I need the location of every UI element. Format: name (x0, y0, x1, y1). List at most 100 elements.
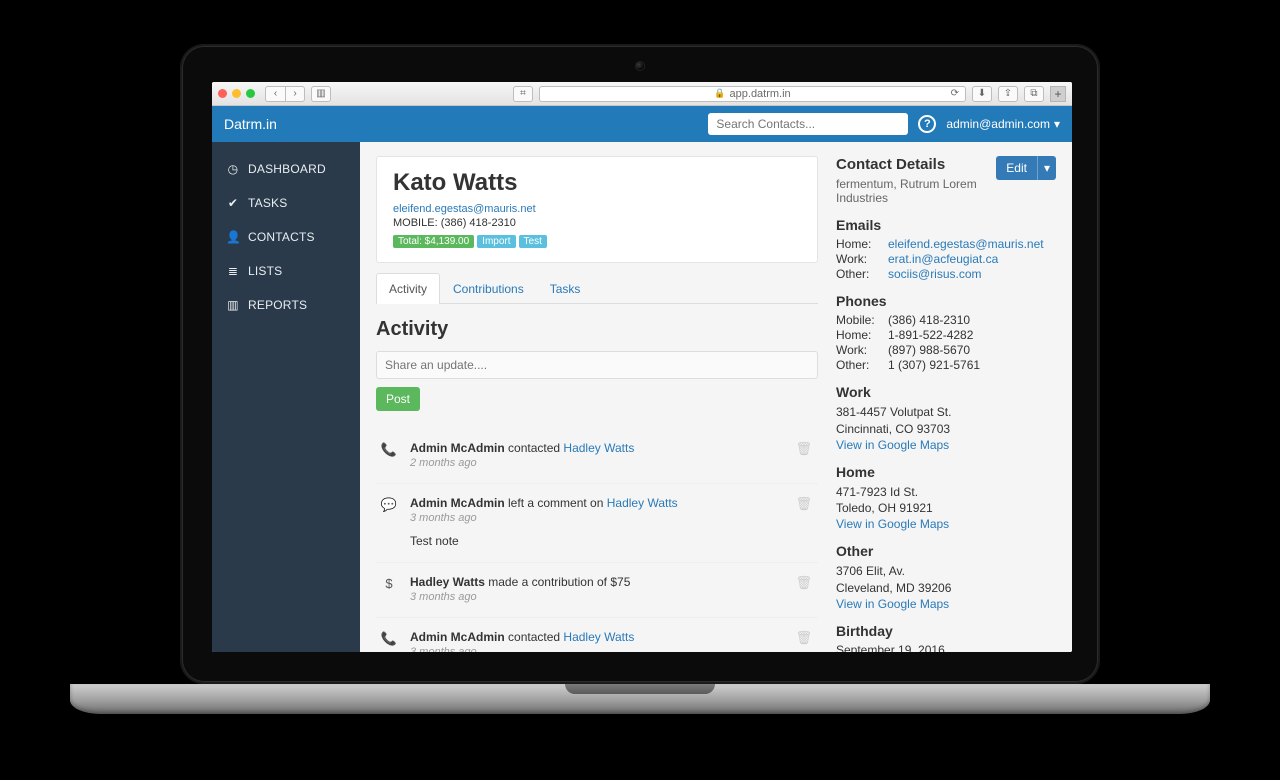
close-window-icon[interactable] (218, 89, 227, 98)
tabs-icon[interactable]: ⧉ (1024, 86, 1044, 102)
feed-item: 💬 Admin McAdmin left a comment on Hadley… (376, 483, 818, 562)
help-icon[interactable]: ? (918, 115, 936, 133)
back-button[interactable]: ‹ (265, 86, 285, 102)
post-button[interactable]: Post (376, 387, 420, 411)
edit-button-group[interactable]: Edit ▾ (996, 156, 1056, 180)
activity-heading: Activity (376, 318, 818, 341)
window-controls[interactable] (218, 89, 255, 98)
reader-icon[interactable]: ⌗ (513, 86, 533, 102)
tab-tasks[interactable]: Tasks (537, 273, 594, 304)
list-icon: ≣ (226, 264, 240, 278)
sidebar-item-tasks[interactable]: ✔ TASKS (212, 186, 360, 220)
birthday-value: September 19, 2016 (836, 643, 1056, 652)
birthday-heading: Birthday (836, 623, 1056, 639)
lock-icon: 🔒 (714, 88, 725, 99)
contact-mobile: MOBILE: (386) 418-2310 (393, 217, 801, 229)
feed-time: 3 months ago (410, 591, 814, 603)
comment-icon: 💬 (380, 496, 398, 548)
feed-time: 3 months ago (410, 512, 814, 524)
other-heading: Other (836, 543, 1056, 559)
contact-tabs: Activity Contributions Tasks (376, 273, 818, 304)
nav-back-forward[interactable]: ‹ › (265, 86, 305, 102)
sidebar-toggle-icon[interactable]: ▥ (311, 86, 331, 102)
reload-icon[interactable]: ⟳ (951, 88, 959, 99)
search-input[interactable] (708, 113, 908, 135)
trash-icon[interactable]: 🗑 (795, 496, 812, 512)
contact-badges: Total: $4,139.00 Import Test (393, 235, 801, 248)
sidebar: ◷ DASHBOARD ✔ TASKS 👤 CONTACTS ≣ LISTS (212, 142, 360, 652)
trash-icon[interactable]: 🗑 (795, 630, 812, 646)
work-address: 381-4457 Volutpat St. Cincinnati, CO 937… (836, 404, 1056, 438)
details-heading: Contact Details (836, 156, 996, 173)
feed-time: 2 months ago (410, 457, 814, 469)
edit-button[interactable]: Edit (996, 156, 1037, 180)
home-address: 471-7923 Id St. Toledo, OH 91921 (836, 484, 1056, 518)
email-other-link[interactable]: sociis@risus.com (888, 267, 1056, 281)
sidebar-item-label: CONTACTS (248, 230, 315, 244)
contact-header-card: Kato Watts eleifend.egestas@mauris.net M… (376, 156, 818, 263)
feed-target-link[interactable]: Hadley Watts (563, 630, 634, 644)
feed-target-link[interactable]: Hadley Watts (607, 496, 678, 510)
phones-heading: Phones (836, 293, 1056, 309)
trash-icon[interactable]: 🗑 (795, 441, 812, 457)
home-heading: Home (836, 464, 1056, 480)
device-shadow (80, 712, 1200, 736)
sidebar-item-label: DASHBOARD (248, 162, 326, 176)
phone-icon: 📞 (380, 630, 398, 652)
sidebar-item-dashboard[interactable]: ◷ DASHBOARD (212, 152, 360, 186)
phone-mobile: (386) 418-2310 (888, 313, 1056, 327)
phone-work: (897) 988-5670 (888, 343, 1056, 357)
contact-name: Kato Watts (393, 169, 801, 197)
gauge-icon: ◷ (226, 162, 240, 176)
forward-button[interactable]: › (285, 86, 305, 102)
phone-home: 1-891-522-4282 (888, 328, 1056, 342)
sidebar-item-label: REPORTS (248, 298, 307, 312)
downloads-icon[interactable]: ⬇ (972, 86, 992, 102)
camera-dot (635, 61, 645, 71)
feed-note: Test note (410, 534, 814, 548)
sidebar-item-reports[interactable]: ▥ REPORTS (212, 288, 360, 322)
app-topbar: Datrm.in ? admin@admin.com ▾ (212, 106, 1072, 142)
tab-contributions[interactable]: Contributions (440, 273, 537, 304)
work-heading: Work (836, 384, 1056, 400)
home-maps-link[interactable]: View in Google Maps (836, 517, 1056, 531)
details-org: fermentum, Rutrum Lorem Industries (836, 177, 996, 205)
activity-feed: 📞 Admin McAdmin contacted Hadley Watts 2… (376, 429, 818, 652)
emails-heading: Emails (836, 217, 1056, 233)
other-maps-link[interactable]: View in Google Maps (836, 597, 1056, 611)
contact-email-link[interactable]: eleifend.egestas@mauris.net (393, 203, 801, 215)
share-update-input[interactable] (376, 351, 818, 379)
url-bar[interactable]: 🔒 app.datrm.in ⟳ (539, 86, 966, 102)
contact-details-panel: Contact Details fermentum, Rutrum Lorem … (836, 156, 1056, 636)
screen-bezel: ‹ › ▥ ⌗ 🔒 app.datrm.in ⟳ ⬇ ⇪ ⧉ + Datrm.i… (180, 44, 1100, 684)
new-tab-button[interactable]: + (1050, 86, 1066, 102)
url-host: app.datrm.in (730, 88, 791, 100)
other-address: 3706 Elit, Av. Cleveland, MD 39206 (836, 563, 1056, 597)
trash-icon[interactable]: 🗑 (795, 575, 812, 591)
email-work-link[interactable]: erat.in@acfeugiat.ca (888, 252, 1056, 266)
laptop-mock: ‹ › ▥ ⌗ 🔒 app.datrm.in ⟳ ⬇ ⇪ ⧉ + Datrm.i… (180, 44, 1100, 736)
work-maps-link[interactable]: View in Google Maps (836, 438, 1056, 452)
feed-item: $ Hadley Watts made a contribution of $7… (376, 562, 818, 617)
screen: ‹ › ▥ ⌗ 🔒 app.datrm.in ⟳ ⬇ ⇪ ⧉ + Datrm.i… (212, 82, 1072, 652)
tab-activity[interactable]: Activity (376, 273, 440, 304)
phone-other: 1 (307) 921-5761 (888, 358, 1056, 372)
sidebar-item-contacts[interactable]: 👤 CONTACTS (212, 220, 360, 254)
chart-bar-icon: ▥ (226, 298, 240, 312)
sidebar-item-lists[interactable]: ≣ LISTS (212, 254, 360, 288)
check-circle-icon: ✔ (226, 196, 240, 210)
feed-item: 📞 Admin McAdmin contacted Hadley Watts 2… (376, 429, 818, 483)
caret-down-icon: ▾ (1054, 117, 1060, 131)
brand[interactable]: Datrm.in (224, 116, 277, 132)
laptop-hinge (70, 684, 1210, 714)
badge-import: Import (477, 235, 515, 248)
badge-test: Test (519, 235, 547, 248)
fullscreen-window-icon[interactable] (246, 89, 255, 98)
edit-dropdown-caret[interactable]: ▾ (1037, 156, 1056, 180)
feed-target-link[interactable]: Hadley Watts (563, 441, 634, 455)
user-menu[interactable]: admin@admin.com ▾ (946, 117, 1060, 131)
email-home-link[interactable]: eleifend.egestas@mauris.net (888, 237, 1056, 251)
share-icon[interactable]: ⇪ (998, 86, 1018, 102)
badge-total: Total: $4,139.00 (393, 235, 474, 248)
minimize-window-icon[interactable] (232, 89, 241, 98)
